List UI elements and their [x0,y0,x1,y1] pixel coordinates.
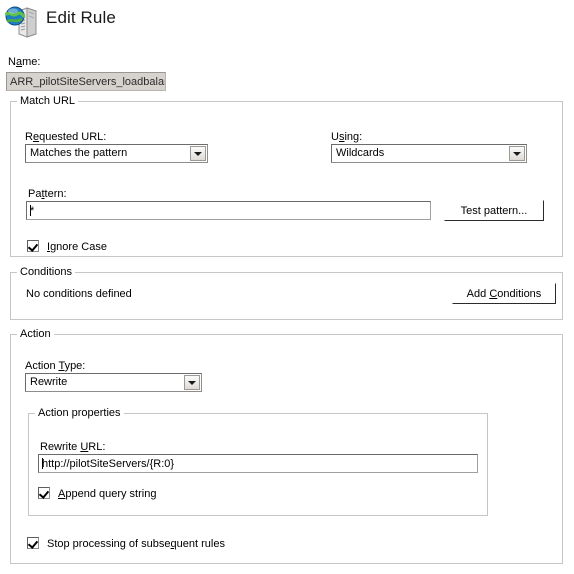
add-conditions-button[interactable]: Add Conditions [452,283,556,304]
no-conditions-text: No conditions defined [26,288,132,300]
test-pattern-button[interactable]: Test pattern... [444,200,544,221]
page-title: Edit Rule [46,8,116,27]
match-url-group-title: Match URL [17,95,79,107]
ignore-case-label: Ignore Case [47,241,107,253]
requested-url-label: Requested URL: [25,131,107,143]
stop-processing-checkbox[interactable] [27,537,39,549]
ignore-case-checkbox[interactable] [27,240,39,252]
append-query-string-label: Append query string [58,488,157,500]
using-label: Using: [331,131,363,143]
rewrite-url-input[interactable]: http://pilotSiteServers/{R:0} [38,454,478,473]
match-url-group: Match URL [10,95,563,257]
action-type-select[interactable]: Rewrite [25,373,202,392]
page-header: Edit Rule [0,0,574,46]
server-globe-icon [5,5,39,39]
name-input[interactable]: ARR_pilotSiteServers_loadbalan [6,72,166,91]
action-type-value: Rewrite [30,376,68,388]
rewrite-url-value: http://pilotSiteServers/{R:0} [42,458,175,470]
pattern-input[interactable]: * [26,201,431,220]
action-type-label: Action Type: [25,360,86,372]
stop-processing-checkbox-row[interactable]: Stop processing of subsequent rules [27,537,225,550]
stop-processing-label: Stop processing of subsequent rules [47,538,225,550]
chevron-down-icon[interactable] [184,375,200,390]
action-properties-group-title: Action properties [35,407,124,419]
requested-url-value: Matches the pattern [30,147,128,159]
rewrite-url-label: Rewrite URL: [40,441,106,453]
chevron-down-icon[interactable] [190,146,206,161]
using-value: Wildcards [336,147,385,159]
name-label: Name: [8,56,41,68]
chevron-down-icon[interactable] [509,146,525,161]
append-query-string-checkbox-row[interactable]: Append query string [38,487,156,500]
conditions-group-title: Conditions [17,266,75,278]
ignore-case-checkbox-row[interactable]: Ignore Case [27,240,107,253]
using-select[interactable]: Wildcards [331,144,527,163]
action-group-title: Action [17,328,54,340]
pattern-input-value: * [30,205,35,217]
append-query-string-checkbox[interactable] [38,487,50,499]
pattern-label: Pattern: [28,188,67,200]
requested-url-select[interactable]: Matches the pattern [25,144,208,163]
